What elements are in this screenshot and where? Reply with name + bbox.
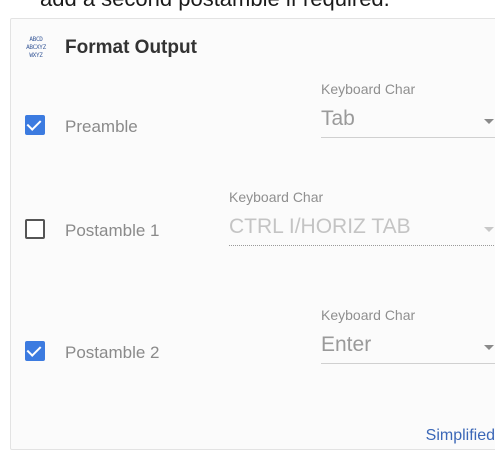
postamble-2-label: Postamble 2 [65,343,160,362]
panel-title: Format Output [65,37,197,58]
postamble-1-label: Postamble 1 [65,221,160,240]
format-output-panel: ABCD ABCXYZ WXYZ Format Output Preamble … [10,18,495,450]
chevron-down-icon [484,227,494,232]
postamble-1-keyboard-char-select[interactable]: CTRL I/HORIZ TAB [229,215,495,246]
icon-line-2: ABCXYZ [26,44,46,51]
preamble-keyboard-char-field: Keyboard Char Tab [321,81,495,138]
preamble-row: Preamble Keyboard Char Tab [11,77,495,157]
postamble-1-keyboard-char-value: CTRL I/HORIZ TAB [229,215,411,238]
postamble-2-checkbox[interactable] [25,341,45,361]
checkmark-icon [26,342,42,357]
icon-line-3: WXYZ [29,52,43,59]
postamble-2-keyboard-char-field: Keyboard Char Enter [321,307,495,364]
postamble-2-keyboard-char-select[interactable]: Enter [321,333,495,364]
chevron-down-icon [484,119,494,124]
preamble-keyboard-char-select[interactable]: Tab [321,107,495,138]
preamble-checkbox[interactable] [25,115,45,135]
preamble-keyboard-char-value: Tab [321,107,355,130]
keyboard-char-label: Keyboard Char [321,81,416,97]
preamble-label: Preamble [65,117,138,136]
chevron-down-icon [484,345,494,350]
icon-line-1: ABCD [29,36,43,43]
postamble-1-row: Postamble 1 Keyboard Char CTRL I/HORIZ T… [11,187,495,267]
postamble-1-checkbox[interactable] [25,219,45,239]
keyboard-char-label: Keyboard Char [321,307,416,323]
checkmark-icon [26,116,42,131]
keyboard-char-label: Keyboard Char [229,189,324,205]
postamble-1-keyboard-char-field: Keyboard Char CTRL I/HORIZ TAB [229,189,495,246]
simplified-link[interactable]: Simplified [426,427,495,445]
postamble-2-row: Postamble 2 Keyboard Char Enter [11,307,495,389]
panel-header: ABCD ABCXYZ WXYZ Format Output [11,35,197,61]
text-format-icon: ABCD ABCXYZ WXYZ [23,35,49,61]
top-caption: add a second postamble if required. [40,0,390,12]
postamble-2-keyboard-char-value: Enter [321,333,372,356]
